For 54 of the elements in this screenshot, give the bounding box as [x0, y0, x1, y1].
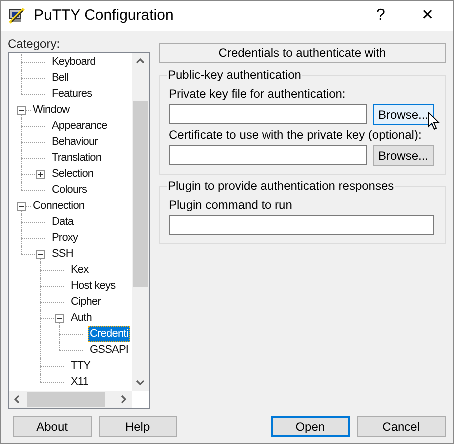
app-icon: [8, 7, 26, 25]
close-button[interactable]: ✕: [403, 1, 453, 31]
collapse-icon[interactable]: [17, 106, 26, 115]
tree-item[interactable]: Translation: [50, 150, 104, 166]
scroll-up-icon[interactable]: [136, 58, 145, 64]
window-title: PuTTY Configuration: [34, 6, 174, 26]
tree-item[interactable]: Cipher: [69, 294, 104, 310]
tree-item[interactable]: Kex: [69, 262, 91, 278]
input-field[interactable]: [169, 145, 367, 165]
tree-item[interactable]: GSSAPI: [88, 342, 131, 358]
tree-item[interactable]: Selection: [50, 166, 96, 182]
tree-item[interactable]: TTY: [69, 358, 93, 374]
collapse-icon[interactable]: [55, 314, 64, 323]
tree-item[interactable]: Keyboard: [50, 54, 98, 70]
scroll-thumb[interactable]: [133, 101, 148, 287]
tree-item[interactable]: Features: [50, 86, 94, 102]
dialog-button[interactable]: Cancel: [356, 416, 446, 437]
mouse-pointer-icon: [428, 112, 440, 131]
tree-item[interactable]: Bell: [50, 70, 71, 86]
dialog-button[interactable]: Help: [98, 416, 178, 437]
collapse-icon[interactable]: [17, 202, 26, 211]
tree-item[interactable]: X11: [69, 374, 91, 390]
scroll-down-icon[interactable]: [136, 380, 145, 386]
collapse-icon[interactable]: [36, 250, 45, 259]
input-field[interactable]: [169, 104, 367, 124]
input-field[interactable]: [169, 215, 434, 235]
field-label: Private key file for authentication:: [169, 86, 346, 102]
group-title: Public-key authentication: [167, 68, 302, 82]
tree-item[interactable]: Window: [31, 102, 72, 118]
scroll-right-icon[interactable]: [121, 395, 127, 404]
tree-item[interactable]: Host keys: [69, 278, 118, 294]
tree-item[interactable]: SSH: [50, 246, 76, 262]
field-label: Certificate to use with the private key (optional):: [169, 127, 422, 143]
tree-item[interactable]: Auth: [69, 310, 94, 326]
tree-item[interactable]: Behaviour: [50, 134, 100, 150]
section-heading: Credentials to authenticate with: [159, 43, 446, 63]
category-label: Category:: [8, 36, 62, 52]
tree-item[interactable]: Colours: [50, 182, 90, 198]
tree-item[interactable]: Data: [50, 214, 76, 230]
horizontal-scrollbar[interactable]: [9, 391, 132, 408]
scroll-left-icon[interactable]: [14, 395, 20, 404]
browse-button[interactable]: Browse...: [373, 145, 434, 166]
tree-item[interactable]: Proxy: [50, 230, 80, 246]
tree-item[interactable]: Credenti: [88, 326, 130, 342]
dialog-button[interactable]: Open: [271, 416, 350, 437]
scroll-thumb[interactable]: [27, 392, 105, 407]
field-label: Plugin command to run: [169, 197, 292, 213]
tree-item[interactable]: Connection: [31, 198, 87, 214]
dialog-button[interactable]: About: [13, 416, 92, 437]
vertical-scrollbar[interactable]: [132, 53, 149, 391]
expand-icon[interactable]: [36, 170, 45, 179]
help-button[interactable]: ?: [359, 1, 403, 31]
tree-item[interactable]: Appearance: [50, 118, 110, 134]
group-title: Plugin to provide authentication responses: [167, 179, 396, 193]
